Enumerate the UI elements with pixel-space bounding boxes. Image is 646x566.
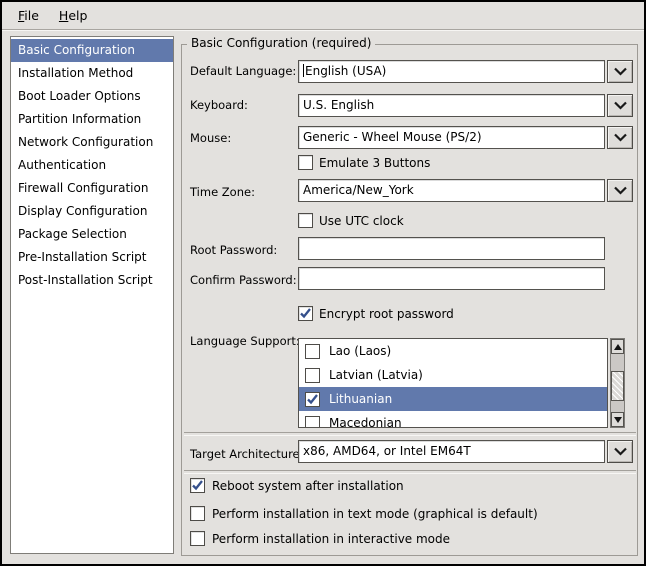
default-language-value: English (USA) <box>305 64 386 78</box>
chevron-down-icon <box>613 67 628 76</box>
target-architecture-label: Target Architecture: <box>190 447 304 461</box>
target-architecture-dropdown-button[interactable] <box>607 440 633 463</box>
sidebar-item[interactable]: Basic Configuration <box>11 39 173 62</box>
language-option-row[interactable]: Lithuanian <box>299 387 607 411</box>
sidebar-item-label: Firewall Configuration <box>18 181 148 195</box>
sidebar-item[interactable]: Installation Method <box>11 62 173 85</box>
sidebar-item-label: Authentication <box>18 158 106 172</box>
sidebar-item-label: Pre-Installation Script <box>18 250 147 264</box>
section-list: Basic Configuration Installation Method … <box>10 36 174 554</box>
frame-title: Basic Configuration (required) <box>187 36 375 50</box>
sidebar-item-label: Partition Information <box>18 112 141 126</box>
emulate-3-buttons-label: Emulate 3 Buttons <box>319 156 430 171</box>
text-cursor <box>303 64 304 77</box>
reboot-after-install-label: Reboot system after installation <box>212 479 404 494</box>
arrow-up-icon <box>614 344 622 350</box>
sidebar-item-label: Installation Method <box>18 66 133 80</box>
target-architecture-combo[interactable]: x86, AMD64, or Intel EM64T <box>298 440 605 463</box>
sidebar-item-label: Basic Configuration <box>18 43 135 57</box>
menu-help[interactable]: Help <box>53 5 94 26</box>
language-support-label: Language Support: <box>190 334 300 348</box>
text-mode-install-checkbox[interactable] <box>190 506 205 521</box>
basic-configuration-frame: Basic Configuration (required) Default L… <box>181 44 638 556</box>
mouse-value: Generic - Wheel Mouse (PS/2) <box>303 130 482 144</box>
keyboard-combo[interactable]: U.S. English <box>298 94 605 117</box>
root-password-label: Root Password: <box>190 243 277 257</box>
language-option-checkbox[interactable] <box>305 392 320 407</box>
sidebar-item[interactable]: Network Configuration <box>11 131 173 154</box>
sidebar-item[interactable]: Post-Installation Script <box>11 269 173 292</box>
confirm-password-field[interactable] <box>298 267 605 290</box>
language-support-list[interactable]: Lao (Laos) Latvian (Latvia) Lithuanian <box>298 338 608 428</box>
reboot-after-install-checkbox[interactable] <box>190 478 205 493</box>
encrypt-root-password-checkbox[interactable] <box>298 306 313 321</box>
kickstart-configurator-window: File Help Basic Configuration Installati… <box>0 0 646 566</box>
scroll-down-button[interactable] <box>611 412 624 427</box>
sidebar-item-label: Post-Installation Script <box>18 273 153 287</box>
mouse-dropdown-button[interactable] <box>607 126 633 149</box>
language-option-label: Latvian (Latvia) <box>329 368 423 382</box>
sidebar-item-label: Network Configuration <box>18 135 153 149</box>
language-option-checkbox[interactable] <box>305 368 320 383</box>
separator <box>184 432 636 436</box>
language-option-checkbox[interactable] <box>305 344 320 359</box>
time-zone-combo[interactable]: America/New_York <box>298 179 605 202</box>
sidebar-item[interactable]: Display Configuration <box>11 200 173 223</box>
sidebar-item-label: Boot Loader Options <box>18 89 141 103</box>
chevron-down-icon <box>613 133 628 142</box>
default-language-dropdown-button[interactable] <box>607 60 633 83</box>
sidebar-item[interactable]: Pre-Installation Script <box>11 246 173 269</box>
check-icon <box>306 393 319 406</box>
encrypt-root-password-label: Encrypt root password <box>319 307 454 322</box>
time-zone-label: Time Zone: <box>190 185 255 199</box>
keyboard-value: U.S. English <box>303 98 374 112</box>
language-option-row[interactable]: Macedonian <box>299 411 607 428</box>
language-option-label: Macedonian <box>329 416 402 428</box>
sidebar-item[interactable]: Partition Information <box>11 108 173 131</box>
keyboard-label: Keyboard: <box>190 98 248 112</box>
default-language-label: Default Language: <box>190 64 296 78</box>
emulate-3-buttons-checkbox[interactable] <box>298 155 313 170</box>
mouse-label: Mouse: <box>190 131 231 145</box>
sidebar-item-label: Package Selection <box>18 227 127 241</box>
default-language-combo[interactable]: English (USA) <box>298 60 605 83</box>
menu-bar: File Help <box>2 2 644 30</box>
text-mode-install-label: Perform installation in text mode (graph… <box>212 507 538 522</box>
language-option-label: Lao (Laos) <box>329 344 391 358</box>
sidebar-item-label: Display Configuration <box>18 204 147 218</box>
chevron-down-icon <box>613 101 628 110</box>
language-option-checkbox[interactable] <box>305 416 320 429</box>
language-option-label: Lithuanian <box>329 392 392 406</box>
language-option-row[interactable]: Latvian (Latvia) <box>299 363 607 387</box>
time-zone-value: America/New_York <box>303 183 414 197</box>
scrollbar-thumb[interactable] <box>611 371 624 401</box>
confirm-password-label: Confirm Password: <box>190 273 297 287</box>
language-list-scrollbar[interactable] <box>610 338 625 428</box>
use-utc-clock-checkbox[interactable] <box>298 213 313 228</box>
target-architecture-value: x86, AMD64, or Intel EM64T <box>303 444 471 458</box>
root-password-field[interactable] <box>298 237 605 260</box>
sidebar-item[interactable]: Firewall Configuration <box>11 177 173 200</box>
check-icon <box>191 479 204 492</box>
chevron-down-icon <box>613 186 628 195</box>
mouse-combo[interactable]: Generic - Wheel Mouse (PS/2) <box>298 126 605 149</box>
use-utc-clock-label: Use UTC clock <box>319 214 404 229</box>
keyboard-dropdown-button[interactable] <box>607 94 633 117</box>
chevron-down-icon <box>613 447 628 456</box>
menu-file[interactable]: File <box>12 5 45 26</box>
language-option-row[interactable]: Lao (Laos) <box>299 339 607 363</box>
interactive-install-checkbox[interactable] <box>190 531 205 546</box>
sidebar-item[interactable]: Package Selection <box>11 223 173 246</box>
sidebar-item[interactable]: Authentication <box>11 154 173 177</box>
separator <box>184 470 636 474</box>
check-icon <box>299 307 312 320</box>
time-zone-dropdown-button[interactable] <box>607 179 633 202</box>
arrow-down-icon <box>614 417 622 423</box>
scroll-up-button[interactable] <box>611 339 624 354</box>
interactive-install-label: Perform installation in interactive mode <box>212 532 450 547</box>
sidebar-item[interactable]: Boot Loader Options <box>11 85 173 108</box>
